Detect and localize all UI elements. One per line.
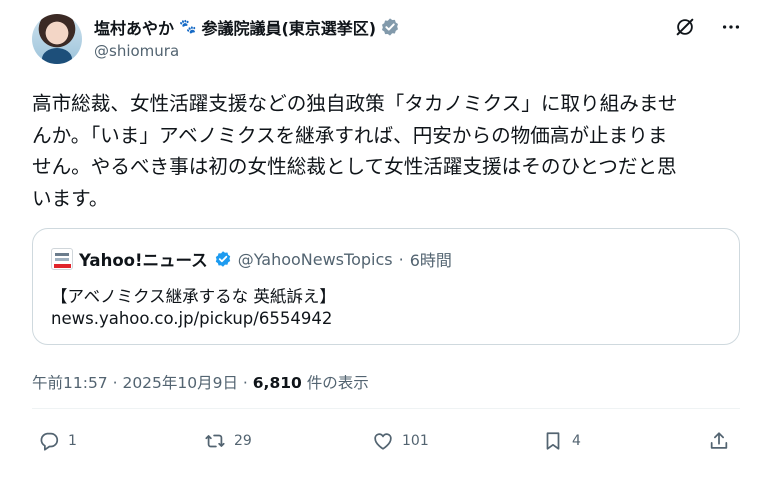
quoted-author-handle[interactable]: @YahooNewsTopics — [238, 250, 393, 269]
quoted-tweet-link[interactable]: news.yahoo.co.jp/pickup/6554942 — [51, 309, 332, 328]
meta-separator: · — [237, 374, 253, 392]
verified-badge-icon[interactable] — [214, 250, 232, 268]
tweet-text-line: せん。やるべき事は初の女性総裁として女性活躍支援はそのひとつだと思 — [32, 155, 677, 178]
verified-badge-icon[interactable] — [380, 17, 400, 37]
share-icon — [710, 432, 728, 449]
heart-icon — [374, 433, 392, 450]
author-handle[interactable]: @shiomura — [94, 42, 179, 60]
more-icon[interactable] — [720, 16, 742, 38]
quoted-separator: · — [398, 249, 404, 269]
quoted-tweet-title: 【アベノミクス継承するな 英紙訴え】 — [51, 287, 336, 306]
grok-icon[interactable] — [674, 16, 696, 38]
repost-icon — [205, 434, 225, 448]
tweet-text: 高市総裁、女性活躍支援などの独自政策「タカノミクス」に取り組みませ んか。「いま… — [32, 88, 748, 214]
tweet-actions-bar: 1 29 101 4 — [38, 430, 738, 456]
tweet: 塩村あやか 🐾 参議院議員(東京選挙区) @shiomura 高市総裁、女性活躍… — [0, 0, 772, 488]
author-display-name[interactable]: 塩村あやか — [94, 15, 174, 39]
author-name-row: 塩村あやか 🐾 参議院議員(東京選挙区) — [94, 15, 400, 39]
quoted-tweet-header: Yahoo!ニュース @YahooNewsTopics · 6時間 — [51, 247, 452, 271]
meta-separator: · — [107, 374, 123, 392]
tweet-text-line: います。 — [32, 186, 109, 210]
reply-button[interactable]: 1 — [38, 430, 77, 452]
quoted-author-name[interactable]: Yahoo!ニュース — [79, 247, 208, 271]
quoted-tweet-card[interactable]: Yahoo!ニュース @YahooNewsTopics · 6時間 【アベノミク… — [32, 228, 740, 345]
tweet-date[interactable]: 2025年10月9日 — [122, 374, 238, 392]
divider — [32, 408, 740, 409]
tweet-time[interactable]: 午前11:57 — [32, 374, 108, 392]
bookmark-icon — [546, 432, 560, 450]
share-button[interactable] — [708, 430, 730, 452]
reply-icon — [40, 432, 59, 451]
repost-button[interactable]: 29 — [204, 430, 252, 452]
paw-emoji-icon: 🐾 — [179, 19, 197, 35]
quoted-timestamp[interactable]: 6時間 — [410, 247, 452, 271]
avatar[interactable] — [32, 14, 82, 64]
like-count: 101 — [402, 433, 429, 449]
view-count-label: 件の表示 — [301, 374, 369, 392]
tweet-text-line: んか。「いま」アベノミクスを継承すれば、円安からの物価高が止まりま — [32, 123, 668, 147]
repost-count: 29 — [234, 433, 252, 449]
like-button[interactable]: 101 — [372, 430, 429, 452]
author-display-name-suffix[interactable]: 参議院議員(東京選挙区) — [201, 15, 376, 39]
view-count: 6,810 — [252, 374, 302, 392]
tweet-header-actions — [674, 16, 742, 38]
bookmark-button[interactable]: 4 — [542, 430, 581, 452]
tweet-meta: 午前11:57 · 2025年10月9日 · 6,810 件の表示 — [32, 371, 369, 393]
tweet-text-line: 高市総裁、女性活躍支援などの独自政策「タカノミクス」に取り組みませ — [32, 92, 678, 115]
reply-count: 1 — [68, 433, 77, 449]
bookmark-count: 4 — [572, 433, 581, 449]
yahoo-news-logo-icon[interactable] — [51, 248, 73, 270]
